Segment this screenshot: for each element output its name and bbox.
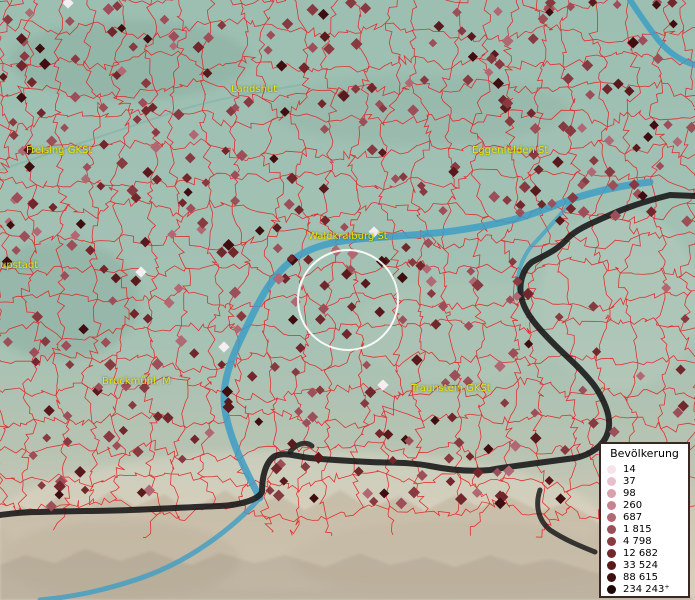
place-label-hauptstadt: upstadt bbox=[0, 260, 39, 271]
legend-swatch bbox=[607, 573, 616, 582]
legend-swatch bbox=[607, 525, 616, 534]
legend-item: 234 243⁺ bbox=[607, 583, 687, 596]
map-canvas[interactable] bbox=[0, 0, 695, 600]
place-label-traunstein: Traunstein GKSt bbox=[411, 383, 491, 394]
legend-swatch bbox=[607, 561, 616, 570]
place-label-eggenfelden: Eggenfelden St bbox=[472, 145, 549, 156]
legend-swatch bbox=[607, 477, 616, 486]
map-viewport[interactable]: Landshut Freising GKSt Eggenfelden St Wa… bbox=[0, 0, 695, 600]
legend-swatch bbox=[607, 501, 616, 510]
legend-title: Bevölkerung bbox=[610, 447, 679, 460]
legend-swatch bbox=[607, 585, 616, 594]
place-label-bruckmuehl: Bruckmühl, M bbox=[102, 376, 171, 387]
legend-swatch bbox=[607, 537, 616, 546]
place-label-landshut: Landshut bbox=[231, 84, 278, 95]
population-legend: Bevölkerung 14 37 98 260 687 1 815 4 798 bbox=[599, 442, 690, 598]
place-label-freising: Freising GKSt bbox=[26, 145, 93, 156]
place-label-waldkraiburg: Waldkraiburg St bbox=[308, 231, 388, 242]
legend-swatch bbox=[607, 513, 616, 522]
legend-swatch bbox=[607, 549, 616, 558]
legend-label: 234 243⁺ bbox=[623, 584, 670, 595]
legend-swatch bbox=[607, 489, 616, 498]
legend-swatch bbox=[607, 465, 616, 474]
